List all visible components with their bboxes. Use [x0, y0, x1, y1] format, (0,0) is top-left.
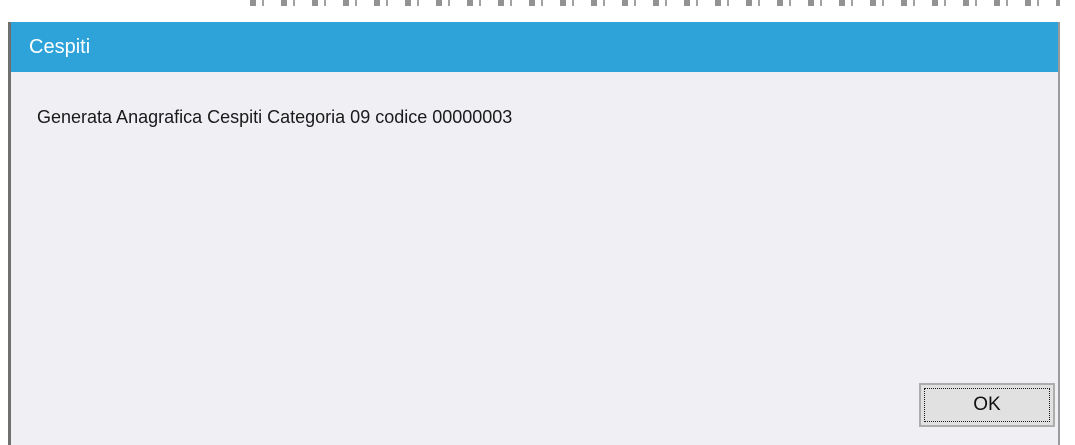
ok-button[interactable]: OK — [919, 383, 1055, 427]
background-window-text-fragment — [250, 0, 1060, 9]
message-dialog: Cespiti Generata Anagrafica Cespiti Cate… — [8, 22, 1060, 445]
dialog-title: Cespiti — [29, 36, 91, 58]
dialog-message: Generata Anagrafica Cespiti Categoria 09… — [37, 107, 513, 127]
dialog-titlebar[interactable]: Cespiti — [11, 22, 1058, 72]
ok-button-label: OK — [924, 388, 1050, 422]
